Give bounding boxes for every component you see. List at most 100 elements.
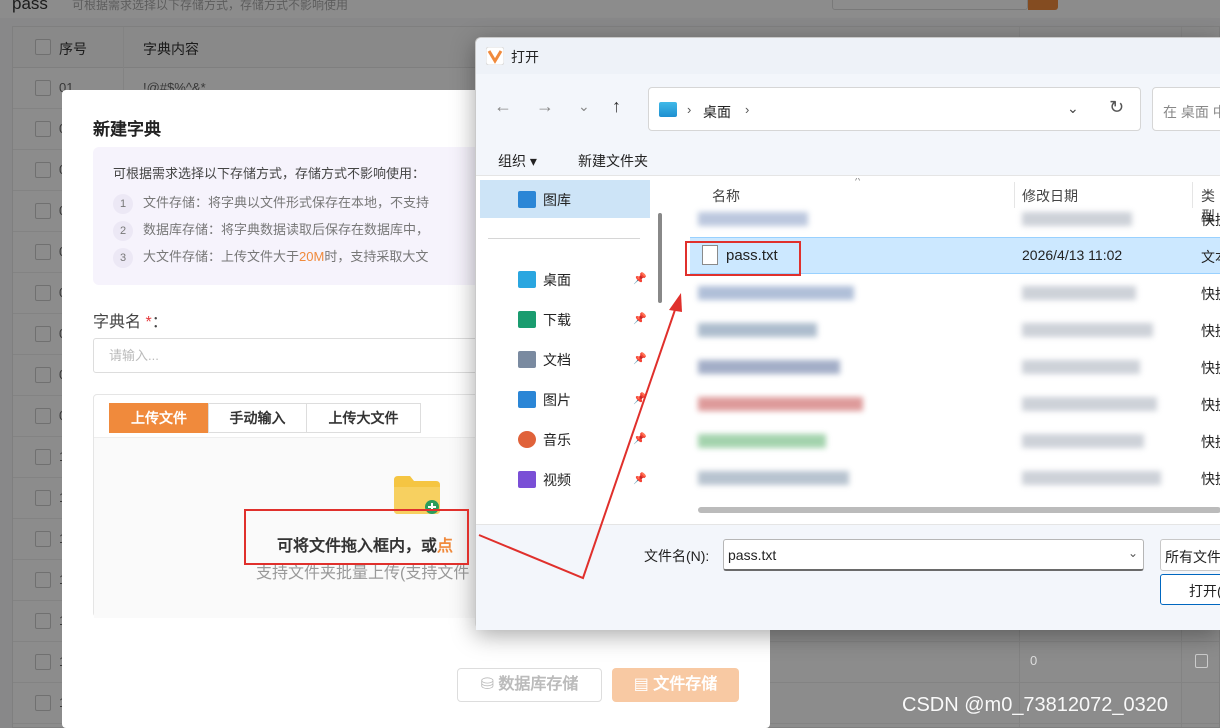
file-type: 快捷 [1201,360,1220,376]
dialog-titlebar: 打开 [476,38,1220,74]
nav-item-label[interactable]: 图库 [543,190,571,210]
tab-upload-large-file[interactable]: 上传大文件 [306,403,421,433]
gallery-icon [518,191,536,208]
filetype-select[interactable]: 所有文件 [1160,539,1220,571]
file-icon: ▤ [633,676,649,693]
info-text: 数据库存储：将字典数据读取后保存在数据库中， [143,222,430,237]
info-number: 2 [113,221,133,241]
annotation-box-dropzone [244,509,469,565]
info-number: 1 [113,194,133,214]
blurred-date [1022,323,1153,337]
file-row[interactable]: 快捷 [690,349,1220,386]
address-dropdown-icon[interactable]: ⌄ [1067,100,1079,117]
file-type: 快捷 [1201,286,1220,302]
chevron-down-icon[interactable]: ⌄ [1128,546,1138,560]
info-text: 大文件存储：上传文件大于 [143,249,300,264]
blurred-date [1022,397,1157,411]
refresh-icon[interactable]: ↻ [1109,97,1124,118]
nav-item-label[interactable]: 图片 [543,390,571,410]
info-item-2: 2 数据库存储：将字典数据读取后保存在数据库中， [113,219,429,241]
dictionary-name-label: 字典名 *： [93,314,168,331]
file-list-pane: ^ 名称 修改日期 类型 快捷pass.txt2026/4/13 11:02文本… [670,178,1220,523]
dialog-title: 打开 [511,49,539,65]
nav-item-label[interactable]: 视频 [543,470,571,490]
nav-item-label[interactable]: 桌面 [543,270,571,290]
modal-title: 新建字典 [93,120,161,139]
database-storage-button[interactable]: ⛁ 数据库存储 [457,668,602,702]
nav-item-label[interactable]: 音乐 [543,430,571,450]
file-type: 快捷 [1201,212,1220,228]
filename-input[interactable]: pass.txt ⌄ [723,539,1144,571]
info-item-3: 3 大文件存储：上传文件大于20M时，支持采取大文 [113,246,428,268]
info-text-tail: 时，支持采取大文 [324,249,429,264]
copy-icon[interactable] [1195,654,1208,668]
dialog-footer: 文件名(N): pass.txt ⌄ 所有文件 [476,524,1220,630]
nav-item-label[interactable]: 文档 [543,350,571,370]
file-row[interactable]: 快捷 [690,460,1220,497]
forward-arrow-icon[interactable]: → [536,96,554,117]
new-folder-button[interactable]: 新建文件夹 [578,151,648,171]
file-row[interactable]: 快捷 [690,275,1220,312]
file-row[interactable]: 快捷 [690,201,1220,238]
file-row[interactable]: 快捷 [690,312,1220,349]
file-type: 快捷 [1201,397,1220,413]
up-arrow-icon[interactable]: ↑ [612,96,621,117]
dialog-toolbar: ← → ⌄ ↑ › 桌面 › ⌄ ↻ 在 桌面 中 [476,74,1220,146]
organize-menu[interactable]: 组织 ▾ [498,151,537,171]
blurred-filename [698,212,808,226]
blurred-date [1022,360,1140,374]
blurred-filename [698,286,854,300]
pin-icon: 📌 [633,473,647,485]
blurred-filename [698,323,817,337]
blurred-date [1022,434,1144,448]
tab-manual-input[interactable]: 手动输入 [208,403,307,433]
file-date: 2026/4/13 11:02 [1022,247,1123,263]
navigation-pane: 图库桌面 📌 下载 📌 文档 📌 图片 📌 音乐 📌 视频 📌 [476,178,668,523]
music-icon [518,431,536,448]
video-icon [518,471,536,488]
download-icon [518,311,536,328]
nav-item-label[interactable]: 下载 [543,310,571,330]
breadcrumb[interactable]: 桌面 [703,102,731,122]
blurred-filename [698,471,849,485]
open-button[interactable]: 打开(O) [1160,574,1220,605]
blurred-filename [698,397,863,411]
pin-icon: 📌 [633,433,647,445]
database-icon: ⛁ [480,676,494,693]
blurred-date [1022,286,1136,300]
pin-icon: 📌 [633,353,647,365]
file-storage-button[interactable]: ▤ 文件存储 [612,668,739,702]
info-text: 文件存储：将字典以文件形式保存在本地，不支持 [143,195,430,210]
back-arrow-icon[interactable]: ← [494,96,512,117]
horizontal-scrollbar[interactable] [698,507,1220,513]
address-bar[interactable]: › 桌面 › ⌄ ↻ [648,87,1141,131]
file-type: 文本 [1201,249,1220,265]
annotation-box-file [685,241,801,276]
file-type: 快捷 [1201,434,1220,450]
file-type: 快捷 [1201,323,1220,339]
file-row[interactable]: 快捷 [690,386,1220,423]
pin-icon: 📌 [633,393,647,405]
pin-icon: 📌 [633,313,647,325]
nav-scrollbar[interactable] [658,213,662,303]
app-icon [486,47,504,65]
document-icon [518,351,536,368]
tab-upload-file[interactable]: 上传文件 [109,403,209,433]
breadcrumb-chevron-icon[interactable]: › [687,102,691,117]
desktop-icon [659,102,677,117]
info-heading: 可根据需求选择以下存储方式，存储方式不影响使用： [113,166,426,181]
file-row[interactable]: 快捷 [690,423,1220,460]
command-bar: 组织 ▾ 新建文件夹 [476,146,1220,176]
recent-chevron-icon[interactable]: ⌄ [578,98,590,115]
watermark: CSDN @m0_73812072_0320 [902,694,1169,716]
breadcrumb-chevron-icon[interactable]: › [745,102,749,117]
blurred-date [1022,212,1132,226]
filename-label: 文件名(N): [644,548,710,564]
folder-search-input[interactable]: 在 桌面 中 [1152,87,1220,131]
desktop-icon [518,271,536,288]
blurred-date [1022,471,1161,485]
blurred-filename [698,434,826,448]
pin-icon: 📌 [633,273,647,285]
info-number: 3 [113,248,133,268]
file-open-dialog: 打开 ← → ⌄ ↑ › 桌面 › ⌄ ↻ 在 桌面 中 组织 ▾ 新建文件夹 … [475,37,1220,630]
